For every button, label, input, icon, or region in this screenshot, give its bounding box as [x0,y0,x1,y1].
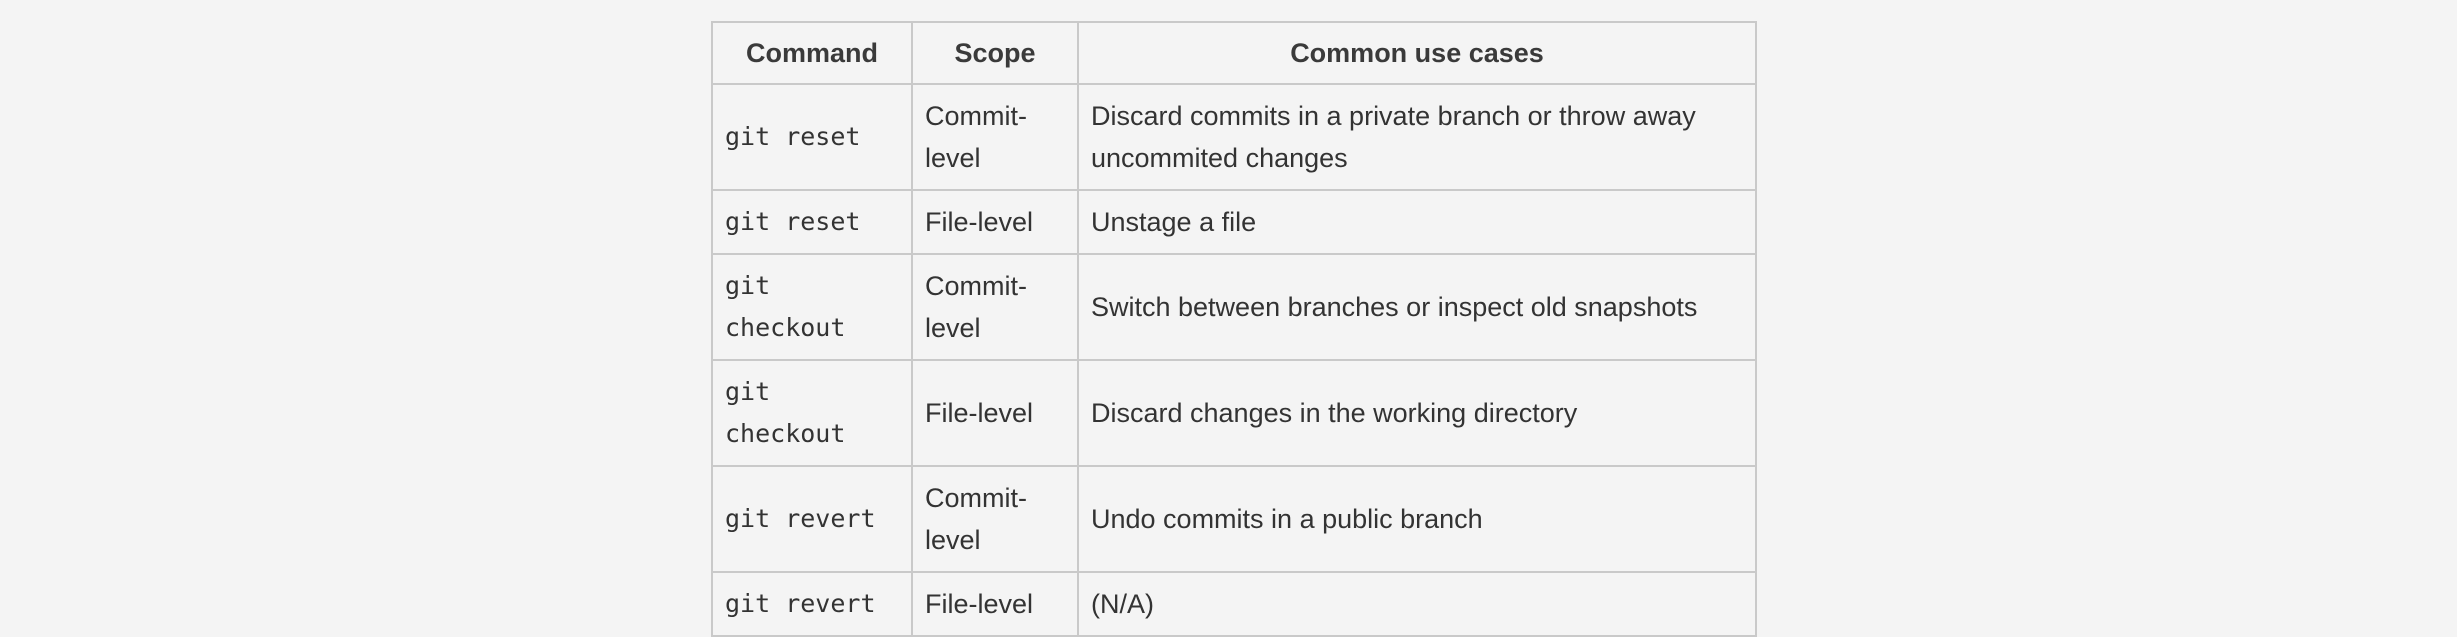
header-use-cases: Common use cases [1077,21,1757,85]
scope-cell: File-level [911,189,1079,255]
command-cell: git revert [711,571,913,637]
scope-cell: Commit-level [911,253,1079,361]
header-scope: Scope [911,21,1079,85]
command-cell: git checkout [711,359,913,467]
scope-cell: Commit-level [911,83,1079,191]
use-case-cell: Discard commits in a private branch or t… [1077,83,1757,191]
table-row: git checkout File-level Discard changes … [711,359,1757,467]
use-case-cell: Undo commits in a public branch [1077,465,1757,573]
table-row: git checkout Commit-level Switch between… [711,253,1757,361]
commands-table: Command Scope Common use cases git reset… [711,21,1757,637]
table-row: git revert Commit-level Undo commits in … [711,465,1757,573]
scope-cell: File-level [911,571,1079,637]
scope-cell: File-level [911,359,1079,467]
table-row: git revert File-level (N/A) [711,571,1757,637]
command-cell: git checkout [711,253,913,361]
table-header-row: Command Scope Common use cases [711,21,1757,85]
use-case-cell: Discard changes in the working directory [1077,359,1757,467]
command-cell: git reset [711,189,913,255]
table-row: git reset File-level Unstage a file [711,189,1757,255]
header-command: Command [711,21,913,85]
command-cell: git reset [711,83,913,191]
scope-cell: Commit-level [911,465,1079,573]
use-case-cell: Unstage a file [1077,189,1757,255]
command-cell: git revert [711,465,913,573]
use-case-cell: Switch between branches or inspect old s… [1077,253,1757,361]
use-case-cell: (N/A) [1077,571,1757,637]
table-row: git reset Commit-level Discard commits i… [711,83,1757,191]
commands-table-container: Command Scope Common use cases git reset… [711,21,1757,637]
